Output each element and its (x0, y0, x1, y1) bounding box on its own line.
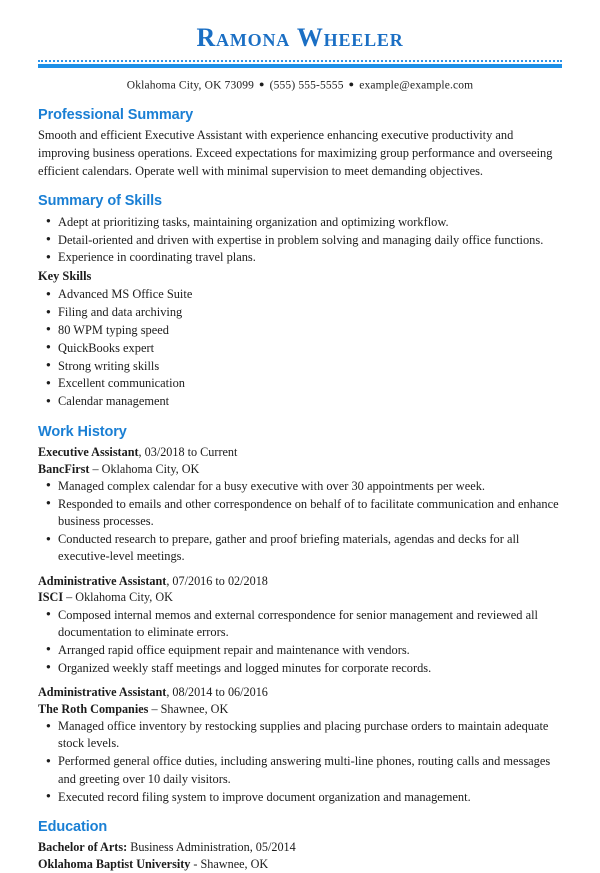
list-item: Calendar management (38, 393, 562, 410)
section-title-education: Education (38, 818, 108, 835)
list-item: QuickBooks expert (38, 339, 562, 357)
section-summary-of-skills: Summary of Skills Adept at prioritizing … (38, 193, 562, 410)
contact-separator-icon: ● (348, 78, 355, 89)
list-item: Organized weekly staff meetings and logg… (38, 659, 562, 677)
job-dates: , 07/2016 to 02/2018 (166, 573, 268, 588)
education-school-location: - Shawnee, OK (190, 857, 269, 872)
list-item: Responded to emails and other correspond… (38, 495, 562, 531)
key-skills-label: Key Skills (38, 268, 92, 283)
work-history-entry: Administrative Assistant, 08/2014 to 06/… (38, 684, 562, 806)
job-duties-list: Managed complex calendar for a busy exec… (38, 477, 562, 566)
job-company-line: BancFirst – Oklahoma City, OK (38, 461, 562, 477)
job-title-line: Administrative Assistant, 07/2016 to 02/… (38, 573, 562, 589)
list-item: Advanced MS Office Suite (38, 286, 562, 303)
header-divider (38, 59, 562, 68)
summary-skills-list: Adept at prioritizing tasks, maintaining… (38, 213, 562, 267)
list-item: 80 WPM typing speed (38, 321, 562, 339)
contact-line: Oklahoma City, OK 73099 ● (555) 555-5555 ● e… (38, 79, 562, 92)
list-item: Experience in coordinating travel plans. (38, 249, 562, 266)
list-item: Managed complex calendar for a busy exec… (38, 477, 562, 495)
contact-location: Oklahoma City, OK 73099 (126, 79, 255, 92)
section-education: Education Bachelor of Arts: Business Adm… (38, 819, 562, 873)
job-location: – Oklahoma City, OK (89, 461, 200, 476)
list-item: Adept at prioritizing tasks, maintaining… (38, 213, 562, 231)
job-title-line: Executive Assistant, 03/2018 to Current (38, 444, 562, 460)
job-duties-list: Managed office inventory by restocking s… (38, 718, 562, 806)
resume-header: Ramona Wheeler Oklahoma City, OK 73099 ● (… (38, 0, 562, 91)
work-history-entry: Administrative Assistant, 07/2016 to 02/… (38, 573, 562, 677)
job-title: Administrative Assistant (38, 685, 167, 700)
section-title-work-history: Work History (38, 423, 127, 440)
job-company-line: The Roth Companies – Shawnee, OK (38, 701, 562, 717)
job-title-line: Administrative Assistant, 08/2014 to 06/… (38, 684, 562, 700)
job-company: BancFirst (38, 461, 90, 476)
education-school-line: Oklahoma Baptist University - Shawnee, O… (38, 856, 562, 873)
job-dates: , 03/2018 to Current (138, 445, 238, 460)
job-location: – Oklahoma City, OK (63, 590, 173, 605)
job-company: The Roth Companies (38, 701, 149, 716)
list-item: Filing and data archiving (38, 303, 562, 321)
list-item: Executed record filing system to improve… (38, 788, 562, 806)
contact-phone: (555) 555-5555 (269, 79, 344, 92)
list-item: Composed internal memos and external cor… (38, 606, 562, 642)
work-history-entry: Executive Assistant, 03/2018 to Current … (38, 444, 562, 566)
education-school-name: Oklahoma Baptist University (38, 857, 191, 872)
section-professional-summary: Professional Summary Smooth and efficien… (38, 107, 562, 180)
list-item: Excellent communication (38, 375, 562, 392)
divider-solid-bar (38, 63, 562, 68)
job-duties-list: Composed internal memos and external cor… (38, 606, 562, 677)
list-item: Detail-oriented and driven with expertis… (38, 231, 562, 249)
list-item: Performed general office duties, includi… (38, 753, 562, 788)
list-item: Managed office inventory by restocking s… (38, 718, 562, 753)
section-work-history: Work History Executive Assistant, 03/201… (38, 424, 562, 806)
contact-email: example@example.com (359, 79, 474, 92)
section-title-summary-of-skills: Summary of Skills (38, 193, 163, 210)
job-dates: , 08/2014 to 06/2016 (166, 685, 268, 700)
education-degree-label: Bachelor of Arts: (38, 840, 128, 855)
key-skills-list: Advanced MS Office Suite Filing and data… (38, 286, 562, 411)
job-location: – Shawnee, OK (148, 701, 229, 716)
list-item: Conducted research to prepare, gather an… (38, 531, 562, 566)
list-item: Strong writing skills (38, 357, 562, 375)
education-degree-line: Bachelor of Arts: Business Administratio… (38, 839, 562, 856)
candidate-name: Ramona Wheeler (196, 23, 404, 52)
professional-summary-body: Smooth and efficient Executive Assistant… (38, 128, 553, 178)
contact-separator-icon: ● (259, 78, 265, 89)
education-degree-detail: Business Administration, 05/2014 (127, 840, 296, 855)
resume-page: Ramona Wheeler Oklahoma City, OK 73099 ● (… (0, 0, 600, 871)
section-title-professional-summary: Professional Summary (38, 107, 194, 124)
list-item: Arranged rapid office equipment repair a… (38, 641, 562, 659)
job-company: ISCI (38, 590, 64, 605)
job-title: Executive Assistant (38, 445, 139, 460)
job-company-line: ISCI – Oklahoma City, OK (38, 589, 562, 605)
job-title: Administrative Assistant (38, 573, 167, 588)
